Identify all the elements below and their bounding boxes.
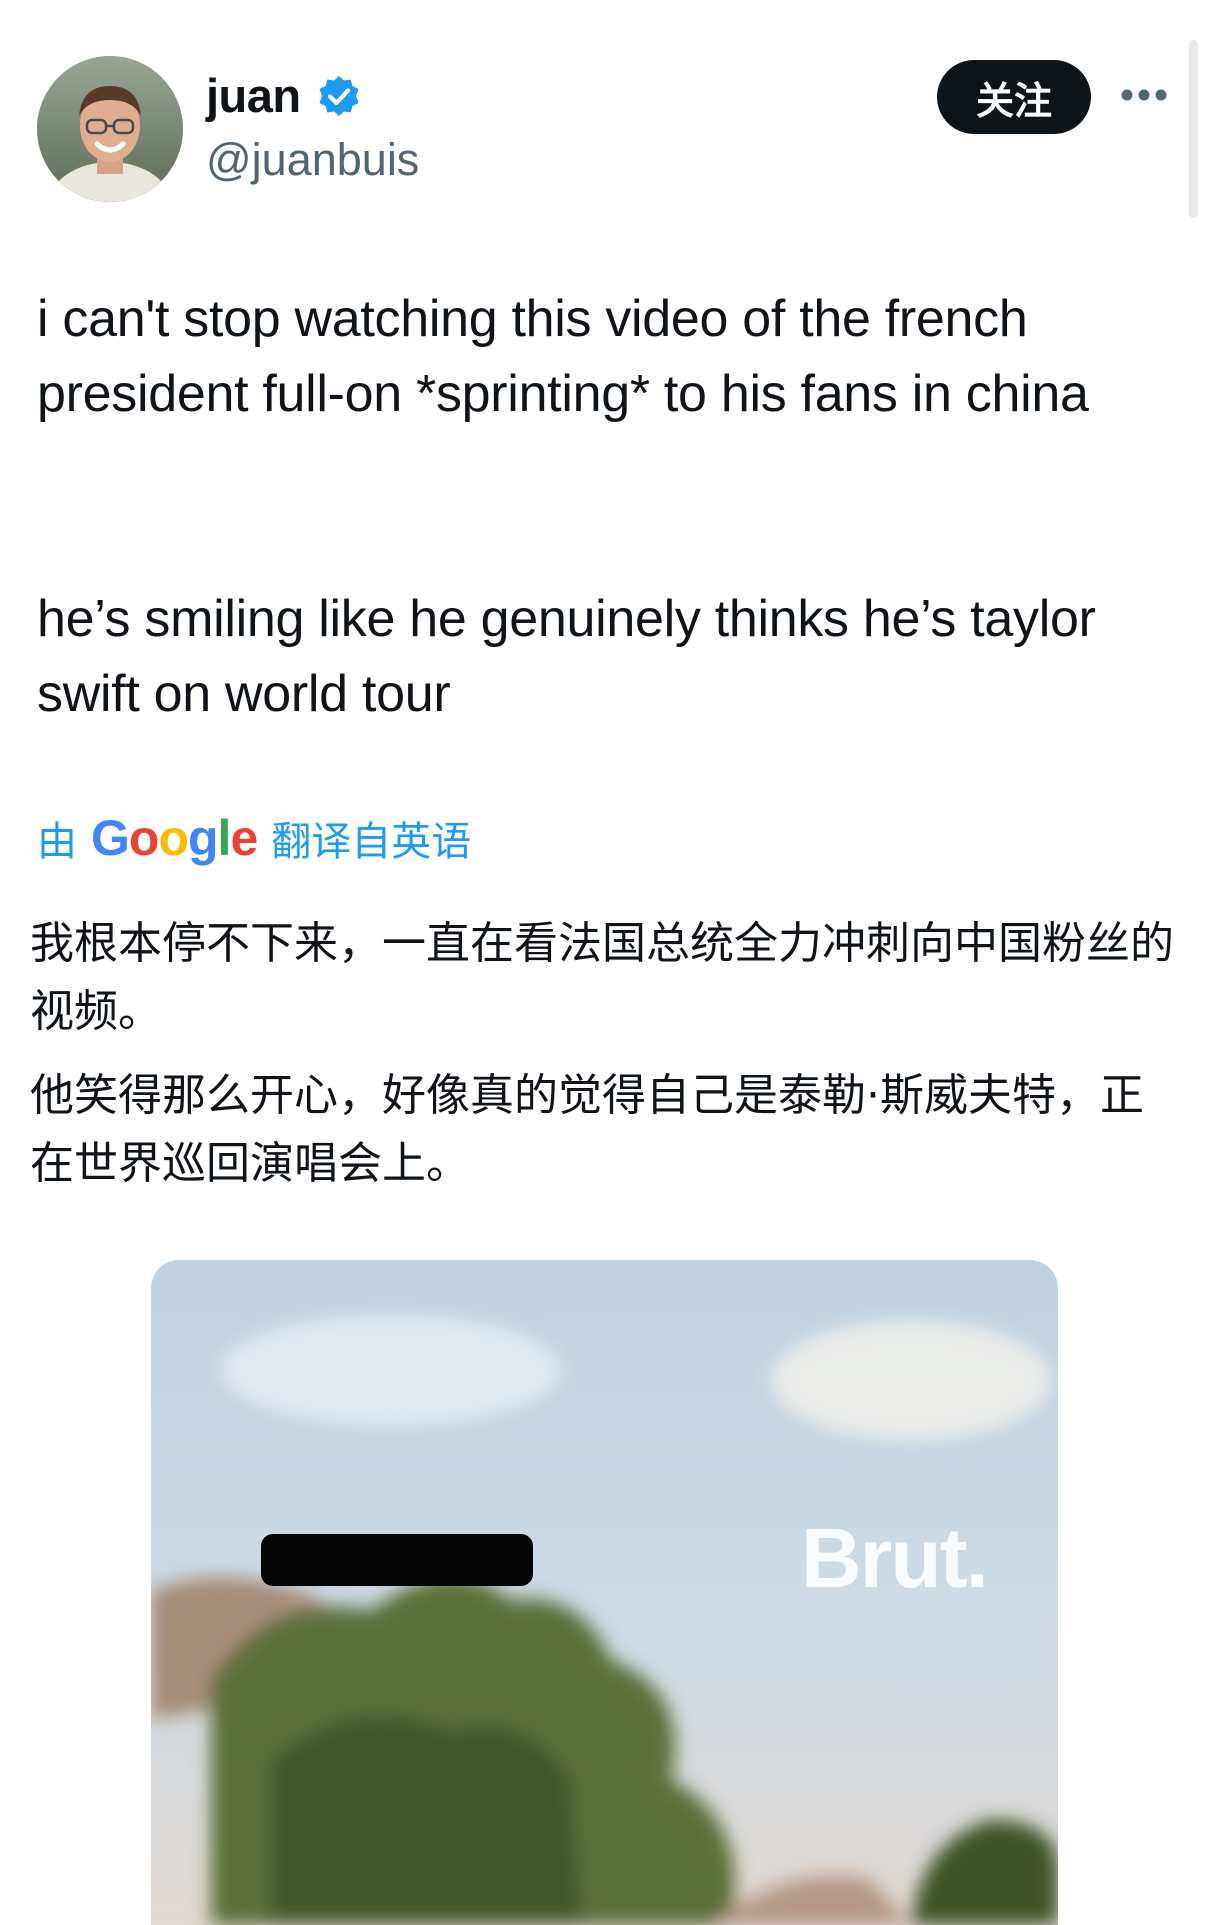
google-logo-letter: o	[128, 810, 160, 866]
avatar[interactable]	[37, 56, 183, 202]
translated-text-paragraph: 我根本停不下来，一直在看法国总统全力冲刺向中国粉丝的视频。	[30, 918, 1174, 1037]
scrollbar[interactable]	[1189, 40, 1198, 218]
video-player[interactable]: Brut.	[151, 1260, 1058, 1925]
verified-badge-icon	[317, 74, 361, 118]
translation-attribution[interactable]: 由 Google 翻译自英语	[37, 808, 471, 868]
author-handle[interactable]: @juanbuis	[206, 132, 419, 188]
translation-suffix: 翻译自英语	[271, 819, 472, 865]
google-logo-letter: o	[158, 810, 189, 866]
translated-text-paragraph: 他笑得那么开心，好像真的觉得自己是泰勒·斯威夫特，正在世界巡回演唱会上。	[30, 1070, 1144, 1189]
google-logo-letter: G	[91, 810, 130, 866]
more-options-icon[interactable]	[1121, 88, 1167, 102]
follow-button[interactable]: 关注	[937, 60, 1091, 134]
redaction-bar	[261, 1534, 533, 1586]
display-name[interactable]: juan	[206, 66, 301, 126]
tweet-text-paragraph: i can't stop watching this video of the …	[37, 290, 1089, 423]
google-logo-letter: l	[217, 810, 232, 866]
brut-watermark: Brut.	[801, 1511, 989, 1605]
google-logo-letter: e	[230, 810, 258, 866]
google-logo: Google	[91, 809, 258, 867]
google-logo-letter: g	[188, 810, 219, 866]
translation-prefix: 由	[37, 819, 77, 865]
tweet-text-paragraph: he’s smiling like he genuinely thinks he…	[37, 590, 1096, 723]
